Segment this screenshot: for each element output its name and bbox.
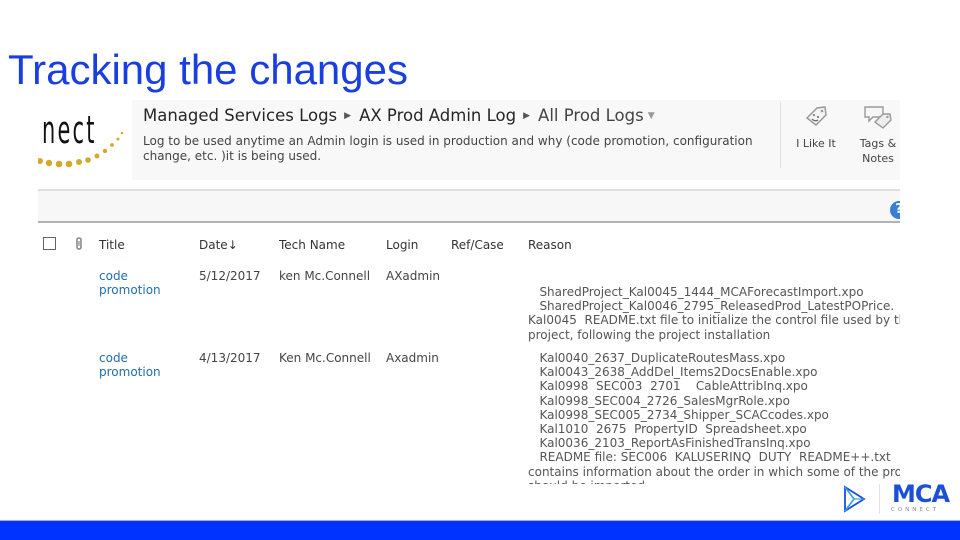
logo-dots-icon	[38, 131, 124, 168]
row-title-line: promotion	[99, 365, 161, 379]
sharepoint-screenshot: nect Managed Services Logs ▶ AX Prod Admin…	[38, 100, 900, 484]
select-all-checkbox[interactable]	[43, 237, 56, 250]
row-title-line: code	[99, 269, 128, 283]
list-description: Log to be used anytime an Admin login is…	[143, 134, 783, 164]
brand-logo: MCA	[892, 480, 950, 508]
row-reason: Kal0040_2637_DuplicateRoutesMass.xpo Kal…	[528, 351, 900, 484]
breadcrumb-item-ax-prod-admin-log[interactable]: AX Prod Admin Log	[359, 106, 516, 125]
column-header-date[interactable]: Date↓	[199, 238, 238, 252]
brand-subtitle: CONNECT	[891, 507, 940, 513]
breadcrumb-item-managed-services-logs[interactable]: Managed Services Logs	[143, 106, 337, 125]
list-view: Title Date↓ Tech Name Login Ref/Case Rea…	[38, 223, 900, 484]
row-tech-name: Ken Mc.Connell	[279, 351, 371, 365]
mca-play-icon	[844, 485, 866, 513]
column-header-tech-name[interactable]: Tech Name	[279, 238, 345, 252]
ribbon-toolbar	[38, 191, 900, 221]
company-logo: nect	[38, 100, 132, 180]
sort-descending-icon: ↓	[227, 238, 238, 252]
row-title-line: promotion	[99, 283, 161, 297]
tags-notes-icon	[864, 106, 892, 129]
i-like-it-label: I Like It	[796, 137, 836, 150]
tags-and-notes-button[interactable]: Tags & Notes	[848, 100, 900, 170]
row-date: 5/12/2017	[199, 269, 261, 283]
row-title-line: code	[99, 351, 128, 365]
row-tech-name: ken Mc.Connell	[279, 269, 371, 283]
breadcrumb-separator-icon: ▶	[344, 111, 352, 121]
column-header-date-label: Date	[199, 238, 228, 252]
row-title-link[interactable]: code promotion	[99, 351, 161, 379]
view-selector[interactable]: All Prod Logs	[538, 106, 644, 125]
row-login: AXadmin	[386, 269, 441, 283]
slide-title: Tracking the changes	[8, 46, 409, 93]
breadcrumb: Managed Services Logs ▶ AX Prod Admin Log ▶…	[143, 106, 655, 125]
breadcrumb-separator-icon: ▶	[523, 111, 531, 121]
column-header-login[interactable]: Login	[386, 238, 418, 252]
footer-bar	[0, 521, 960, 540]
logo-divider	[879, 484, 880, 514]
list-header: nect Managed Services Logs ▶ AX Prod Admin…	[38, 100, 900, 180]
divider	[780, 102, 781, 168]
like-tag-icon	[805, 106, 827, 126]
tags-label-line: Tags &	[859, 137, 897, 150]
chevron-down-icon[interactable]: ▼	[648, 111, 655, 121]
tags-notes-label: Tags & Notes	[848, 136, 900, 166]
description-line: Log to be used anytime an Admin login is…	[143, 134, 753, 148]
column-header-reason[interactable]: Reason	[528, 238, 572, 252]
attachment-icon	[76, 237, 82, 250]
description-line: change, etc. )it is being used.	[143, 149, 322, 163]
column-header-ref-case[interactable]: Ref/Case	[451, 238, 504, 252]
row-date: 4/13/2017	[199, 351, 261, 365]
notes-label-line: Notes	[862, 152, 894, 165]
i-like-it-button[interactable]: I Like It	[786, 100, 846, 170]
row-reason: SharedProject_Kal0045_1444_MCAForecastIm…	[528, 285, 900, 342]
row-login: Axadmin	[386, 351, 439, 365]
column-header-title[interactable]: Title	[99, 238, 125, 252]
brand-name: MCA	[892, 480, 950, 508]
row-title-link[interactable]: code promotion	[99, 269, 161, 297]
